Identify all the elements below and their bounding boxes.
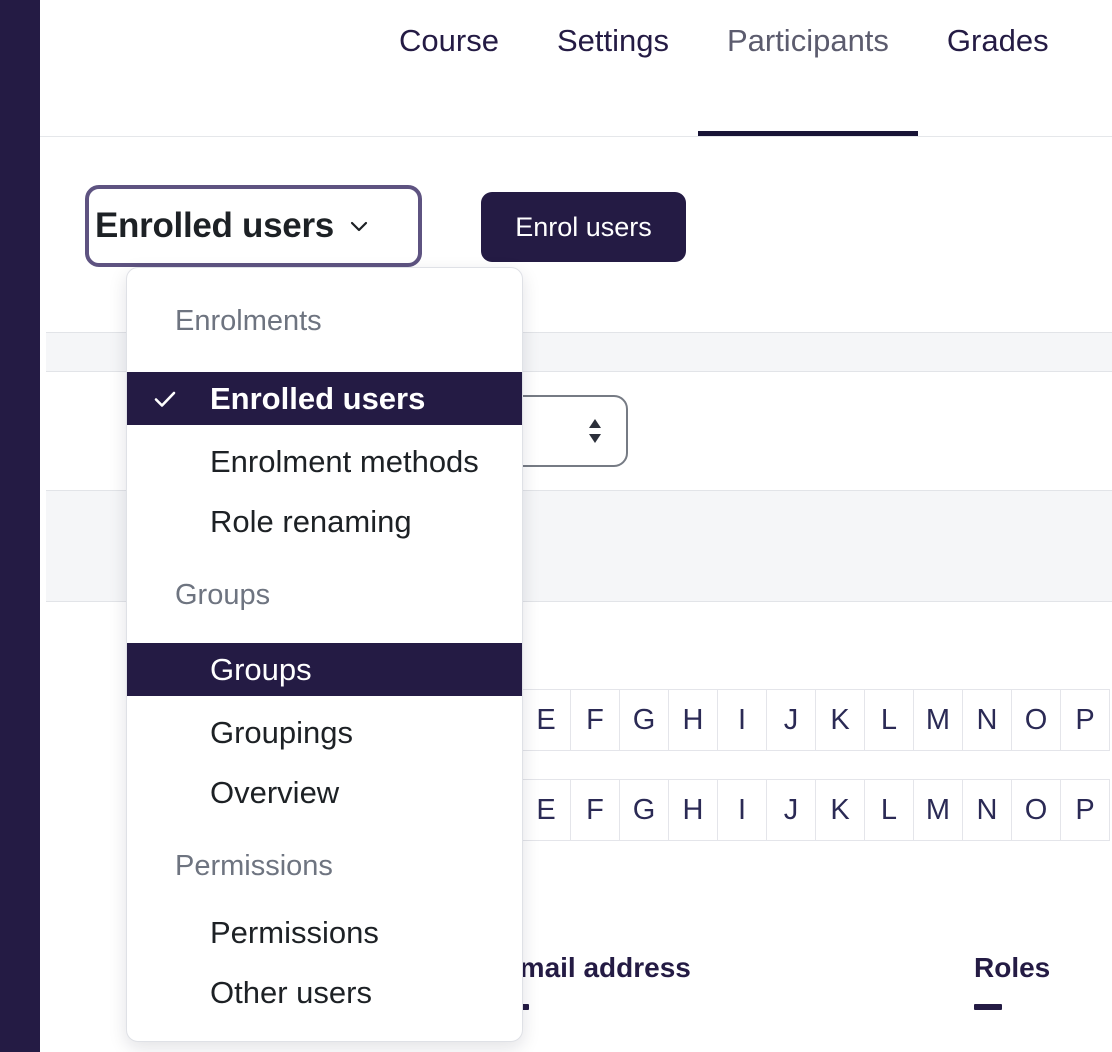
enrolment-selector-button[interactable]: Enrolled users [85, 185, 422, 267]
tab-course[interactable]: Course [370, 0, 528, 136]
tab-participants-label: Participants [726, 22, 889, 58]
surname-filter-letter-h[interactable]: H [668, 779, 718, 841]
column-header-email-address[interactable]: Email address [501, 952, 691, 1010]
menu-item-groups-label: Groups [210, 651, 312, 687]
course-header: Course Settings Participants Grades [40, 0, 1112, 137]
column-header-email-address-label: Email address [501, 952, 691, 983]
firstname-filter-letter-j[interactable]: J [766, 689, 816, 751]
firstname-filter-letter-e[interactable]: E [521, 689, 571, 751]
check-icon [149, 385, 210, 413]
surname-filter-letter-e[interactable]: E [521, 779, 571, 841]
surname-filter-letter-m[interactable]: M [913, 779, 963, 841]
menu-group-label-enrolments: Enrolments [175, 304, 322, 337]
menu-item-enrolment-methods-label: Enrolment methods [210, 444, 479, 479]
menu-item-check-permissions-label: Check permissions [210, 1035, 472, 1041]
menu-item-groupings[interactable]: Groupings [127, 703, 522, 763]
menu-item-enrolled-users-label: Enrolled users [210, 380, 426, 416]
surname-filter-letter-o[interactable]: O [1011, 779, 1061, 841]
surname-filter-letter-l[interactable]: L [864, 779, 914, 841]
course-tab-list: Course Settings Participants Grades [40, 0, 1078, 136]
left-nav-rail [0, 0, 40, 1052]
tab-course-label: Course [399, 22, 499, 58]
menu-item-permissions[interactable]: Permissions [127, 903, 522, 963]
chevron-down-icon [348, 215, 370, 237]
firstname-filter-letter-l[interactable]: L [864, 689, 914, 751]
column-header-roles[interactable]: Roles [974, 952, 1050, 1010]
firstname-filter-letter-g[interactable]: G [619, 689, 669, 751]
menu-item-check-permissions[interactable]: Check permissions [127, 1023, 522, 1041]
tab-settings[interactable]: Settings [528, 0, 698, 136]
menu-item-overview[interactable]: Overview [127, 763, 522, 823]
firstname-filter-letter-p[interactable]: P [1060, 689, 1110, 751]
firstname-filter-letter-k[interactable]: K [815, 689, 865, 751]
menu-group-label-permissions: Permissions [175, 849, 333, 882]
surname-filter-letter-f[interactable]: F [570, 779, 620, 841]
menu-item-role-renaming-label: Role renaming [210, 504, 412, 539]
menu-item-permissions-label: Permissions [210, 915, 379, 950]
tab-grades-label: Grades [946, 22, 1049, 58]
page-canvas: Course Settings Participants Grades ct [40, 0, 1112, 1052]
menu-item-enrolment-methods[interactable]: Enrolment methods [127, 432, 522, 492]
menu-item-other-users[interactable]: Other users [127, 963, 522, 1023]
enrolment-dropdown-menu: Enrolments Enrolled users Enrolment meth… [126, 267, 523, 1042]
sort-indicator-icon [974, 1004, 1002, 1010]
surname-filter-letter-j[interactable]: J [766, 779, 816, 841]
firstname-filter-letter-f[interactable]: F [570, 689, 620, 751]
firstname-filter-letter-m[interactable]: M [913, 689, 963, 751]
firstname-filter-letter-o[interactable]: O [1011, 689, 1061, 751]
enrol-users-label: Enrol users [515, 211, 652, 242]
menu-item-groups[interactable]: Groups [127, 643, 522, 696]
menu-item-role-renaming[interactable]: Role renaming [127, 492, 522, 552]
column-header-roles-label: Roles [974, 952, 1051, 983]
updown-arrows-icon [586, 416, 604, 446]
surname-filter-letter-p[interactable]: P [1060, 779, 1110, 841]
menu-item-other-users-label: Other users [210, 975, 372, 1010]
tab-settings-label: Settings [556, 22, 669, 58]
firstname-filter-letter-n[interactable]: N [962, 689, 1012, 751]
menu-item-groupings-label: Groupings [210, 715, 354, 750]
participants-toolbar: Enrolled users Enrol users [40, 137, 1112, 287]
surname-filter-letter-i[interactable]: I [717, 779, 767, 841]
menu-group-label-groups: Groups [175, 578, 271, 611]
tab-grades[interactable]: Grades [918, 0, 1078, 136]
firstname-filter-letter-i[interactable]: I [717, 689, 767, 751]
menu-item-enrolled-users[interactable]: Enrolled users [127, 372, 522, 425]
enrolment-selector-label: Enrolled users [95, 206, 334, 245]
firstname-filter-letter-h[interactable]: H [668, 689, 718, 751]
surname-filter-letter-k[interactable]: K [815, 779, 865, 841]
surname-filter-letter-n[interactable]: N [962, 779, 1012, 841]
menu-item-overview-label: Overview [210, 775, 340, 810]
tab-participants[interactable]: Participants [697, 0, 918, 136]
surname-filter-letter-g[interactable]: G [619, 779, 669, 841]
enrol-users-button[interactable]: Enrol users [481, 192, 686, 262]
